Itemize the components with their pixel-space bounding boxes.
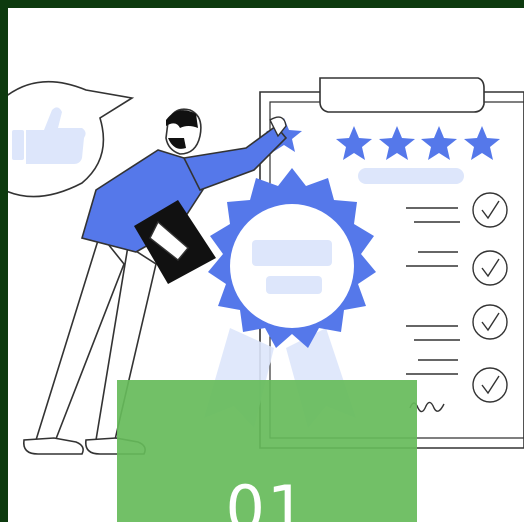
image-frame: 01 [8,8,524,522]
step-number: 01 [225,472,309,522]
step-number-badge: 01 [117,380,417,522]
